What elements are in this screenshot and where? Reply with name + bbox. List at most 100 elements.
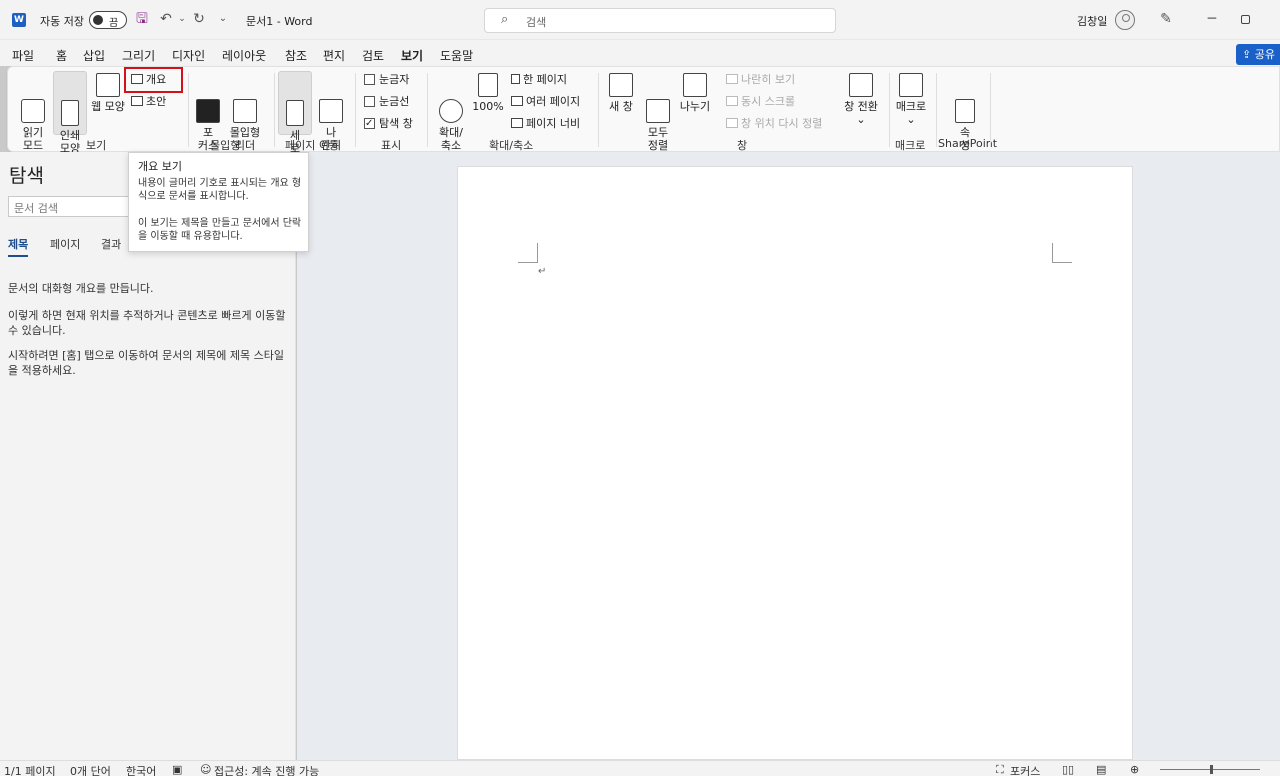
avatar[interactable] <box>1115 10 1135 30</box>
web-layout-label: 웹 모양 <box>91 100 125 113</box>
share-label: 공유 <box>1254 48 1275 61</box>
immersive-reader-icon <box>233 99 257 123</box>
ruler-checkbox[interactable]: 눈금자 <box>364 72 409 88</box>
nav-search-input[interactable]: 문서 검색 <box>8 196 134 217</box>
restore-icon[interactable] <box>1241 15 1250 24</box>
zoom-button[interactable]: 확대/ 축소 <box>434 73 468 152</box>
split-button[interactable]: 나누기 <box>677 73 713 117</box>
nav-tab-results[interactable]: 결과 <box>101 236 121 252</box>
macro-record-icon[interactable]: ▣ <box>172 763 182 776</box>
zoom-label: 확대/ 축소 <box>439 126 463 152</box>
print-layout-icon[interactable]: ▤ <box>1096 763 1106 776</box>
pen-icon[interactable]: ✎ <box>1157 10 1175 28</box>
draft-button[interactable]: 초안 <box>131 94 166 110</box>
one-page-icon <box>511 74 520 84</box>
zoom-group-label: 확대/축소 <box>489 139 534 152</box>
nav-pane-check <box>364 116 375 132</box>
web-layout-button[interactable]: 웹 모양 <box>90 73 126 113</box>
read-mode-button[interactable]: 읽기 모드 <box>16 73 50 152</box>
tooltip-text: 이 보기는 제목을 만들고 문서에서 단락을 이동할 때 유용합니다. <box>138 218 302 242</box>
user-name[interactable]: 김창일 <box>1077 13 1107 29</box>
focus-mode-button[interactable]: 포커스 <box>1010 763 1040 776</box>
tab-review[interactable]: 검토 <box>362 47 384 64</box>
properties-button[interactable]: 속 성 <box>948 73 982 152</box>
zoom-slider-thumb[interactable] <box>1210 765 1213 774</box>
word-count[interactable]: 0개 단어 <box>70 763 111 776</box>
draft-icon <box>131 96 143 106</box>
side-by-side-icon <box>319 99 343 123</box>
tab-layout[interactable]: 레이아웃 <box>222 47 266 64</box>
new-window-icon <box>609 73 633 97</box>
tab-view[interactable]: 보기 <box>401 47 424 68</box>
tab-home[interactable]: 홈 <box>56 47 67 64</box>
sharepoint-group-label: SharePoint <box>938 137 998 150</box>
one-page-button[interactable]: 한 페이지 <box>511 72 567 88</box>
ribbon-tabs: 파일 홈 삽입 그리기 디자인 레이아웃 참조 편지 검토 보기 도움말 <box>0 40 1280 68</box>
zoom-100-button[interactable]: 100% <box>471 73 505 117</box>
macros-button[interactable]: 매크로 ⌄ <box>893 73 929 133</box>
arrange-all-label: 모두 정렬 <box>647 126 669 152</box>
gridlines-check <box>364 96 375 107</box>
nav-tab-pages[interactable]: 페이지 <box>50 236 80 252</box>
tab-draw[interactable]: 그리기 <box>122 47 155 64</box>
vertical-button[interactable]: 세 로 <box>278 71 312 155</box>
minimize-icon[interactable]: ─ <box>1203 10 1221 28</box>
customize-toolbar-icon[interactable]: ⌄ <box>214 10 232 28</box>
tab-references[interactable]: 참조 <box>285 47 307 64</box>
split-icon <box>683 73 707 97</box>
new-window-button[interactable]: 새 창 <box>605 73 637 117</box>
tooltip-text: 내용이 글머리 기호로 표시되는 개요 형식으로 문서를 표시합니다. <box>138 178 302 202</box>
tab-design[interactable]: 디자인 <box>172 47 205 64</box>
side-by-side-window-icon <box>726 74 738 84</box>
save-icon[interactable]: 🖫 <box>133 10 151 28</box>
view-side-by-side-label: 나란히 보기 <box>741 73 796 86</box>
undo-dropdown-icon[interactable]: ⌄ <box>173 10 191 28</box>
reset-window-position-button: 창 위치 다시 정렬 <box>726 116 822 132</box>
web-layout-icon[interactable]: ⊕ <box>1130 763 1139 776</box>
immersive-group-label: 몰입형 <box>210 139 241 152</box>
print-layout-button[interactable]: 인쇄 모양 <box>53 71 87 155</box>
accessibility-status[interactable]: 접근성: 계속 진행 가능 <box>214 763 319 776</box>
group-separator <box>598 73 599 147</box>
page-movement-group-label: 페이지 이동 <box>285 139 340 152</box>
nav-pane-checkbox[interactable]: 탐색 창 <box>364 116 413 132</box>
nav-pane-title: 탐색 <box>9 165 44 187</box>
autosave-toggle[interactable]: 끔 <box>89 11 127 29</box>
multiple-pages-icon <box>511 96 523 106</box>
page-count[interactable]: 1/1 페이지 <box>4 763 56 776</box>
immersive-reader-button[interactable]: 몰입형 리더 <box>226 73 264 152</box>
tab-file[interactable]: 파일 <box>12 47 34 64</box>
focus-icon <box>196 99 220 123</box>
gridlines-checkbox[interactable]: 눈금선 <box>364 94 409 110</box>
focus-mode-icon: ⛶ <box>996 763 1004 776</box>
side-by-side-button[interactable]: 나 란히 <box>314 73 348 152</box>
gridlines-label: 눈금선 <box>379 95 410 108</box>
tab-insert[interactable]: 삽입 <box>83 47 105 64</box>
macros-label: 매크로 <box>895 100 927 113</box>
tab-mailings[interactable]: 편지 <box>323 47 345 64</box>
arrange-all-button[interactable]: 모두 정렬 <box>642 73 674 152</box>
page-icon <box>61 100 79 126</box>
document-title: 문서1 - Word <box>246 15 313 28</box>
tab-help[interactable]: 도움말 <box>440 47 473 64</box>
page-width-label: 페이지 너비 <box>526 117 581 130</box>
nav-tab-headings[interactable]: 제목 <box>8 236 29 257</box>
language[interactable]: 한국어 <box>126 763 156 776</box>
sync-scroll-icon <box>726 96 738 106</box>
group-separator <box>889 73 890 147</box>
read-mode-icon[interactable]: ▯▯ <box>1062 763 1074 776</box>
multiple-pages-button[interactable]: 여러 페이지 <box>511 94 580 110</box>
view-group-label: 보기 <box>86 139 107 152</box>
switch-windows-button[interactable]: 창 전환 ⌄ <box>840 73 882 133</box>
status-bar: 1/1 페이지 0개 단어 한국어 ▣ ☺ 접근성: 계속 진행 가능 ⛶ 포커… <box>0 760 1280 776</box>
zoom-slider[interactable] <box>1160 765 1260 774</box>
document-page[interactable]: ↵ <box>457 166 1133 760</box>
focus-button[interactable]: 포 커스 <box>193 73 223 152</box>
nav-search-placeholder: 문서 검색 <box>14 202 58 215</box>
ruler-label: 눈금자 <box>379 73 410 86</box>
page-width-button[interactable]: 페이지 너비 <box>511 116 580 132</box>
ruler-check <box>364 74 375 85</box>
search-box[interactable]: ⌕ 검색 <box>484 8 836 33</box>
share-button[interactable]: ⇪ 공유 <box>1236 44 1280 65</box>
redo-icon[interactable]: ↻ <box>190 10 208 28</box>
